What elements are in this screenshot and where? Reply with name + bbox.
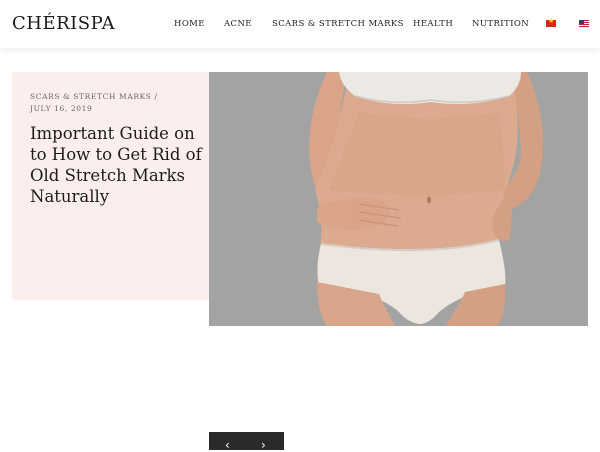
- nav-acne[interactable]: ACNE: [224, 17, 252, 31]
- chevron-right-icon[interactable]: ›: [261, 439, 266, 451]
- post-date: JULY 16, 2019: [30, 104, 93, 113]
- featured-image[interactable]: [209, 72, 588, 326]
- nav-scars-stretch-marks[interactable]: SCARS & STRETCH MARKS: [272, 17, 404, 31]
- slider-controls: ‹ ›: [209, 432, 284, 451]
- post-meta: SCARS & STRETCH MARKS / JULY 16, 2019: [30, 91, 205, 115]
- featured-post-card: SCARS & STRETCH MARKS / JULY 16, 2019 Imp…: [12, 72, 209, 300]
- site-header: CHÉRISPA HOME ACNE SCARS & STRETCH MARKS…: [0, 0, 600, 48]
- post-title[interactable]: Important Guide on to How to Get Rid of …: [30, 123, 205, 207]
- main-nav: HOME ACNE SCARS & STRETCH MARKS HEALTH N…: [0, 17, 600, 31]
- meta-separator: /: [154, 92, 158, 101]
- featured-photo: [209, 72, 588, 326]
- us-flag-icon[interactable]: [579, 20, 589, 27]
- nav-nutrition[interactable]: NUTRITION: [472, 17, 529, 31]
- vietnam-flag-icon[interactable]: [546, 17, 556, 27]
- chevron-left-icon[interactable]: ‹: [225, 439, 230, 451]
- nav-home[interactable]: HOME: [174, 17, 205, 31]
- post-category[interactable]: SCARS & STRETCH MARKS: [30, 92, 152, 101]
- nav-health[interactable]: HEALTH: [413, 17, 453, 31]
